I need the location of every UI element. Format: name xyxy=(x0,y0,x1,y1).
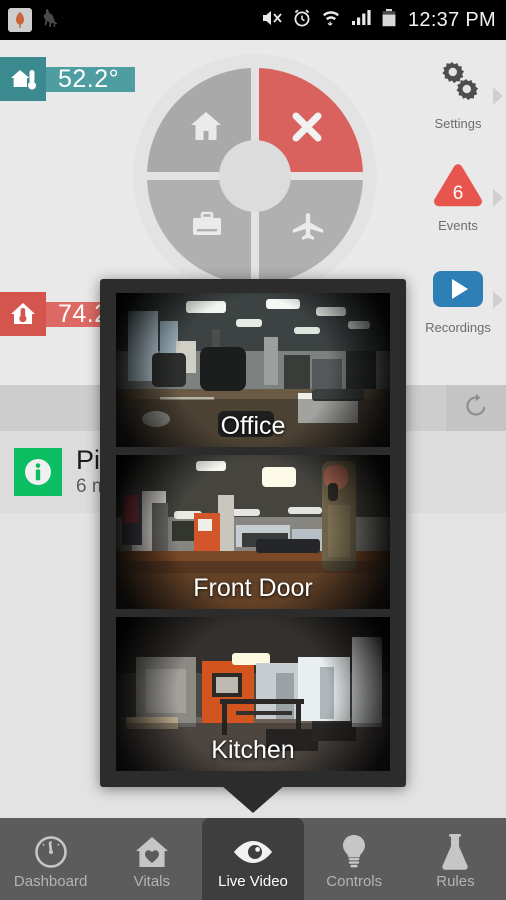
nav-item-dashboard[interactable]: Dashboard xyxy=(0,818,101,900)
airplane-icon xyxy=(291,212,325,247)
rail-label-events: Events xyxy=(438,218,478,233)
chevron-right-icon xyxy=(492,290,504,315)
gears-icon xyxy=(432,56,484,114)
house-heart-icon xyxy=(133,833,171,871)
house-thermometer-icon xyxy=(0,292,46,336)
warning-triangle-icon: 6 xyxy=(431,158,485,216)
mute-icon xyxy=(261,8,283,33)
nav-item-live-video[interactable]: Live Video xyxy=(202,818,304,900)
rail-item-events[interactable]: 6 Events xyxy=(410,158,506,256)
camera-thumbnail-front-door[interactable]: Front Door xyxy=(116,455,390,609)
nav-label-vitals: Vitals xyxy=(133,872,171,890)
refresh-button[interactable] xyxy=(446,385,506,431)
popover-arrow xyxy=(221,785,285,813)
app-tree-icon xyxy=(8,8,32,32)
outdoor-temperature-value: 52.2° xyxy=(46,66,136,92)
x-icon xyxy=(291,111,323,148)
house-thermometer-icon xyxy=(0,57,46,101)
camera-label-kitchen: Kitchen xyxy=(211,736,295,764)
battery-icon xyxy=(381,8,397,33)
events-count-badge: 6 xyxy=(452,183,464,204)
house-icon xyxy=(189,110,223,147)
eye-icon xyxy=(231,833,275,871)
lightbulb-icon xyxy=(339,833,369,871)
alarm-icon xyxy=(292,8,312,33)
nav-item-vitals[interactable]: Vitals xyxy=(101,818,202,900)
rail-item-settings[interactable]: Settings xyxy=(410,56,506,154)
outdoor-temperature-chip[interactable]: 52.2° xyxy=(0,57,136,101)
chevron-right-icon xyxy=(492,86,504,111)
status-bar: 12:37 PM xyxy=(0,0,506,40)
nav-item-controls[interactable]: Controls xyxy=(304,818,405,900)
chevron-right-icon xyxy=(492,188,504,213)
nav-label-dashboard: Dashboard xyxy=(13,872,88,890)
rail-label-recordings: Recordings xyxy=(425,320,491,335)
status-bar-left xyxy=(8,7,62,34)
wifi-icon xyxy=(321,8,341,32)
gauge-icon xyxy=(33,833,69,871)
rail-item-recordings[interactable]: Recordings xyxy=(410,260,506,358)
signal-icon xyxy=(350,8,372,32)
camera-thumbnail-office[interactable]: Office xyxy=(116,293,390,447)
mode-wheel[interactable] xyxy=(133,54,377,298)
info-icon xyxy=(14,448,62,496)
quick-actions-rail: Settings 6 Events Recordings xyxy=(410,56,506,362)
rail-label-settings: Settings xyxy=(434,116,482,131)
play-button-icon xyxy=(433,260,483,318)
nav-label-live-video: Live Video xyxy=(218,872,288,890)
bottom-navigation: Dashboard Vitals Live Video Controls Rul xyxy=(0,818,506,900)
nav-item-rules[interactable]: Rules xyxy=(405,818,506,900)
briefcase-icon xyxy=(191,211,223,244)
nav-label-rules: Rules xyxy=(436,872,475,890)
camera-label-office: Office xyxy=(220,412,286,440)
flask-icon xyxy=(440,833,470,871)
nav-label-controls: Controls xyxy=(326,872,383,890)
live-video-popover: Office Front Door Kitchen xyxy=(100,279,406,813)
app-root: 12:37 PM 52.2° 74.2 Settings 6 Events Re… xyxy=(0,0,506,900)
status-bar-clock: 12:37 PM xyxy=(407,8,496,31)
refresh-icon xyxy=(463,393,489,424)
camera-label-front-door: Front Door xyxy=(193,574,313,602)
llama-icon xyxy=(40,7,62,34)
status-bar-right: 12:37 PM xyxy=(261,8,498,33)
camera-thumbnail-kitchen[interactable]: Kitchen xyxy=(116,617,390,771)
